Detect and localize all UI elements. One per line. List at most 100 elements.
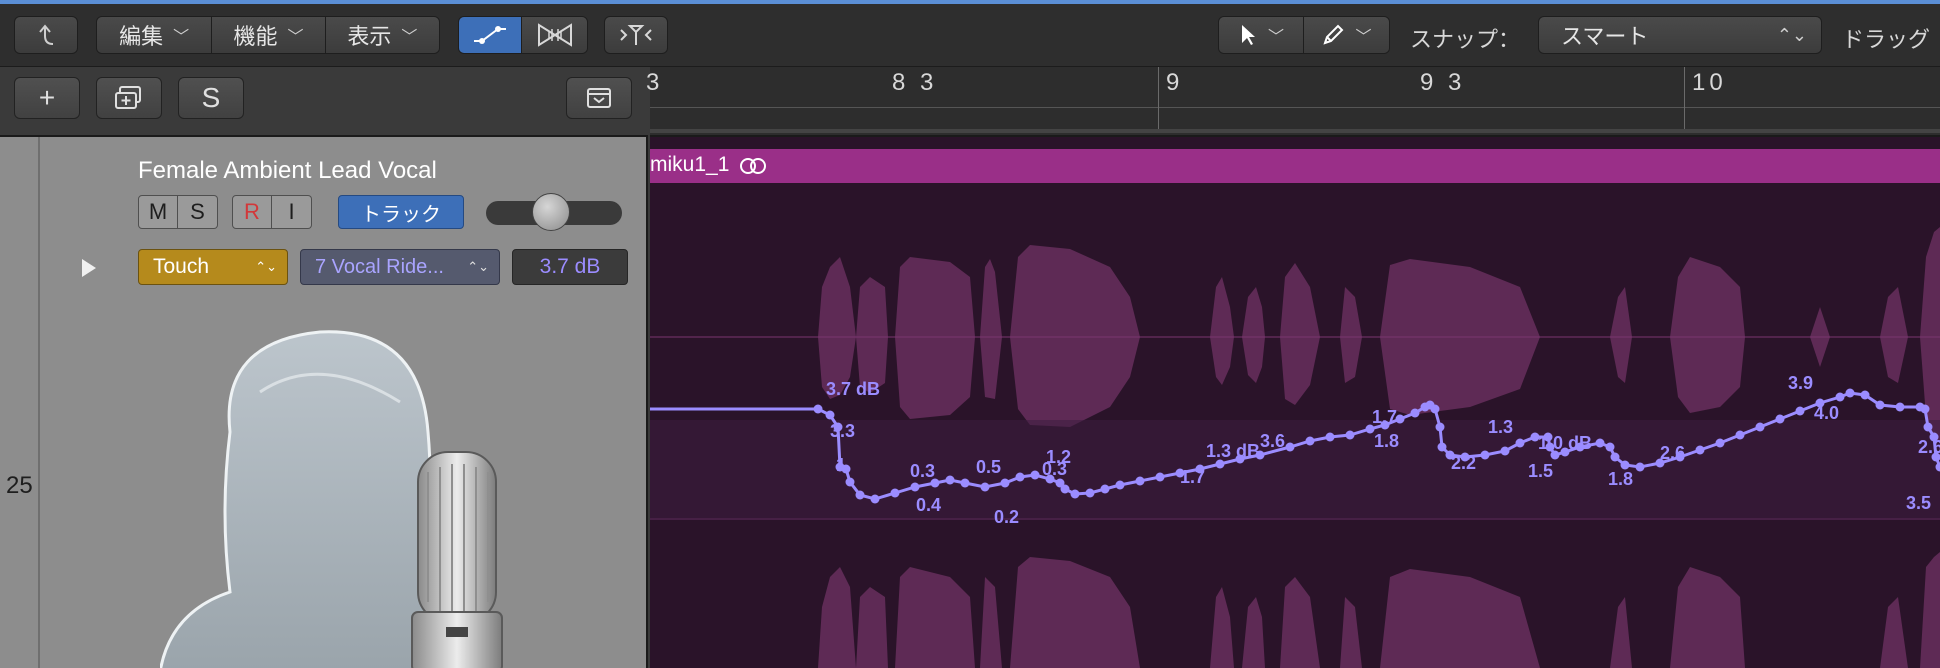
automation-node[interactable] bbox=[980, 482, 990, 492]
automation-node[interactable] bbox=[1000, 478, 1010, 488]
mute-button[interactable]: M bbox=[138, 195, 178, 229]
automation-value-label: 3.6 bbox=[1260, 431, 1285, 451]
automation-node[interactable] bbox=[1923, 422, 1933, 432]
solo-label: S bbox=[190, 199, 205, 224]
pointer-tool-menu[interactable]: ﹀ bbox=[1219, 17, 1304, 53]
automation-node[interactable] bbox=[945, 475, 955, 485]
automation-value-label: 0.3 bbox=[910, 461, 935, 481]
ruler-label: 9 bbox=[1166, 69, 1184, 96]
automation-node[interactable] bbox=[1860, 390, 1870, 400]
menu-group: 編集 ﹀ 機能 ﹀ 表示 ﹀ bbox=[96, 16, 440, 54]
automation-node[interactable] bbox=[1845, 388, 1855, 398]
automation-value-text: 3.7 dB bbox=[539, 255, 601, 278]
automation-node[interactable] bbox=[813, 404, 823, 414]
automation-node[interactable] bbox=[1635, 462, 1645, 472]
automation-node[interactable] bbox=[1325, 432, 1335, 442]
automation-node[interactable] bbox=[1735, 430, 1745, 440]
duplicate-track-button[interactable] bbox=[96, 77, 162, 119]
automation-node[interactable] bbox=[1135, 476, 1145, 486]
automation-node[interactable] bbox=[1100, 484, 1110, 494]
automation-node[interactable] bbox=[1345, 430, 1355, 440]
automation-toggle-button[interactable] bbox=[459, 17, 523, 53]
pointer-icon bbox=[1241, 25, 1255, 45]
automation-node[interactable] bbox=[1795, 406, 1805, 416]
automation-value-label: 1 bbox=[836, 455, 846, 475]
solo-button[interactable]: S bbox=[178, 195, 218, 229]
automation-node[interactable] bbox=[1835, 392, 1845, 402]
automation-node[interactable] bbox=[1030, 470, 1040, 480]
automation-node[interactable] bbox=[1695, 445, 1705, 455]
disclosure-triangle-icon[interactable] bbox=[80, 257, 98, 279]
updown-chevron-icon: ⌃⌄ bbox=[467, 259, 489, 274]
automation-node[interactable] bbox=[1285, 442, 1295, 452]
automation-value-label: 4.0 bbox=[1814, 403, 1839, 423]
automation-node[interactable] bbox=[1115, 480, 1125, 490]
record-enable-button[interactable]: R bbox=[232, 195, 272, 229]
back-button[interactable] bbox=[14, 16, 78, 54]
automation-node[interactable] bbox=[870, 494, 880, 504]
snap-value: スマート bbox=[1561, 24, 1649, 49]
automation-node[interactable] bbox=[1935, 462, 1940, 472]
automation-mode-select[interactable]: Touch ⌃⌄ bbox=[138, 249, 288, 285]
automation-node[interactable] bbox=[1595, 438, 1605, 448]
automation-value-label: 3.5 bbox=[1906, 493, 1931, 513]
automation-node[interactable] bbox=[910, 482, 920, 492]
snap-select[interactable]: スマート ⌃⌄ bbox=[1538, 16, 1822, 54]
automation-node[interactable] bbox=[1775, 414, 1785, 424]
ruler-label: 3 bbox=[646, 69, 664, 96]
automation-curve[interactable]: 3.7 dB3.31 0.30.40.50.20.31.2 1.3 dB1.73.6… bbox=[650, 137, 1940, 668]
automation-node[interactable] bbox=[1920, 404, 1930, 414]
automation-node[interactable] bbox=[1480, 450, 1490, 460]
automation-node[interactable] bbox=[1435, 422, 1445, 432]
catch-playhead-button[interactable] bbox=[604, 16, 668, 54]
input-monitor-button[interactable]: I bbox=[272, 195, 312, 229]
automation-node[interactable] bbox=[890, 488, 900, 498]
automation-node[interactable] bbox=[1015, 472, 1025, 482]
add-track-button[interactable]: + bbox=[14, 77, 80, 119]
global-solo-button[interactable]: S bbox=[178, 77, 244, 119]
mute-label: M bbox=[148, 199, 168, 224]
track-name[interactable]: Female Ambient Lead Vocal bbox=[138, 157, 437, 185]
automation-node[interactable] bbox=[1070, 489, 1080, 499]
automation-node[interactable] bbox=[1155, 472, 1165, 482]
track-automation-button[interactable]: トラック bbox=[338, 195, 464, 229]
automation-node[interactable] bbox=[1500, 446, 1510, 456]
automation-parameter-select[interactable]: 7 Vocal Ride... ⌃⌄ bbox=[300, 249, 500, 285]
automation-node[interactable] bbox=[845, 477, 855, 487]
automation-node[interactable] bbox=[825, 410, 835, 420]
automation-node[interactable] bbox=[1410, 408, 1420, 418]
menu-functions[interactable]: 機能 ﹀ bbox=[212, 17, 326, 53]
automation-node[interactable] bbox=[1085, 488, 1095, 498]
menu-edit[interactable]: 編集 ﹀ bbox=[97, 17, 213, 53]
automation-value-field[interactable]: 3.7 dB bbox=[512, 249, 628, 285]
automation-node[interactable] bbox=[1755, 422, 1765, 432]
collapse-icon bbox=[587, 88, 611, 108]
track-header[interactable]: 25 Female Ambient Lead Vocal M S R I トラッ… bbox=[0, 137, 648, 668]
automation-value-label: 1.7 bbox=[1180, 467, 1205, 487]
automation-node[interactable] bbox=[855, 490, 865, 500]
automation-node[interactable] bbox=[1060, 484, 1070, 494]
automation-node[interactable] bbox=[1605, 442, 1615, 452]
automation-node[interactable] bbox=[960, 478, 970, 488]
automation-value-label: 1.3 bbox=[1488, 417, 1513, 437]
automation-line[interactable] bbox=[650, 391, 1940, 501]
automation-node[interactable] bbox=[1610, 452, 1620, 462]
automation-node[interactable] bbox=[1437, 442, 1447, 452]
automation-node[interactable] bbox=[1715, 438, 1725, 448]
pencil-tool-menu[interactable]: ﹀ bbox=[1304, 17, 1389, 53]
automation-node[interactable] bbox=[1875, 400, 1885, 410]
automation-node[interactable] bbox=[1895, 402, 1905, 412]
audio-region[interactable]: miku1_1 3.7 dB 3.3 1 0.3 0.4 0.5 0.2 0.3 1.2 1.3 … bbox=[650, 137, 1940, 668]
automation-node[interactable] bbox=[1305, 436, 1315, 446]
automation-value-label: 2.2 bbox=[1451, 453, 1476, 473]
track-button-label: トラック bbox=[361, 203, 441, 226]
menu-view[interactable]: 表示 ﹀ bbox=[325, 17, 439, 53]
flex-toggle-button[interactable] bbox=[522, 17, 587, 53]
collapse-button[interactable] bbox=[566, 77, 632, 119]
automation-value-label: 1.7 bbox=[1372, 407, 1397, 427]
volume-slider-knob[interactable] bbox=[532, 193, 570, 231]
timeline-ruler[interactable]: 3 8 3 9 9 3 10 bbox=[646, 67, 1940, 137]
automation-value-label: 3.7 dB bbox=[826, 379, 880, 399]
automation-node[interactable] bbox=[1515, 438, 1525, 448]
automation-node[interactable] bbox=[1430, 404, 1440, 414]
